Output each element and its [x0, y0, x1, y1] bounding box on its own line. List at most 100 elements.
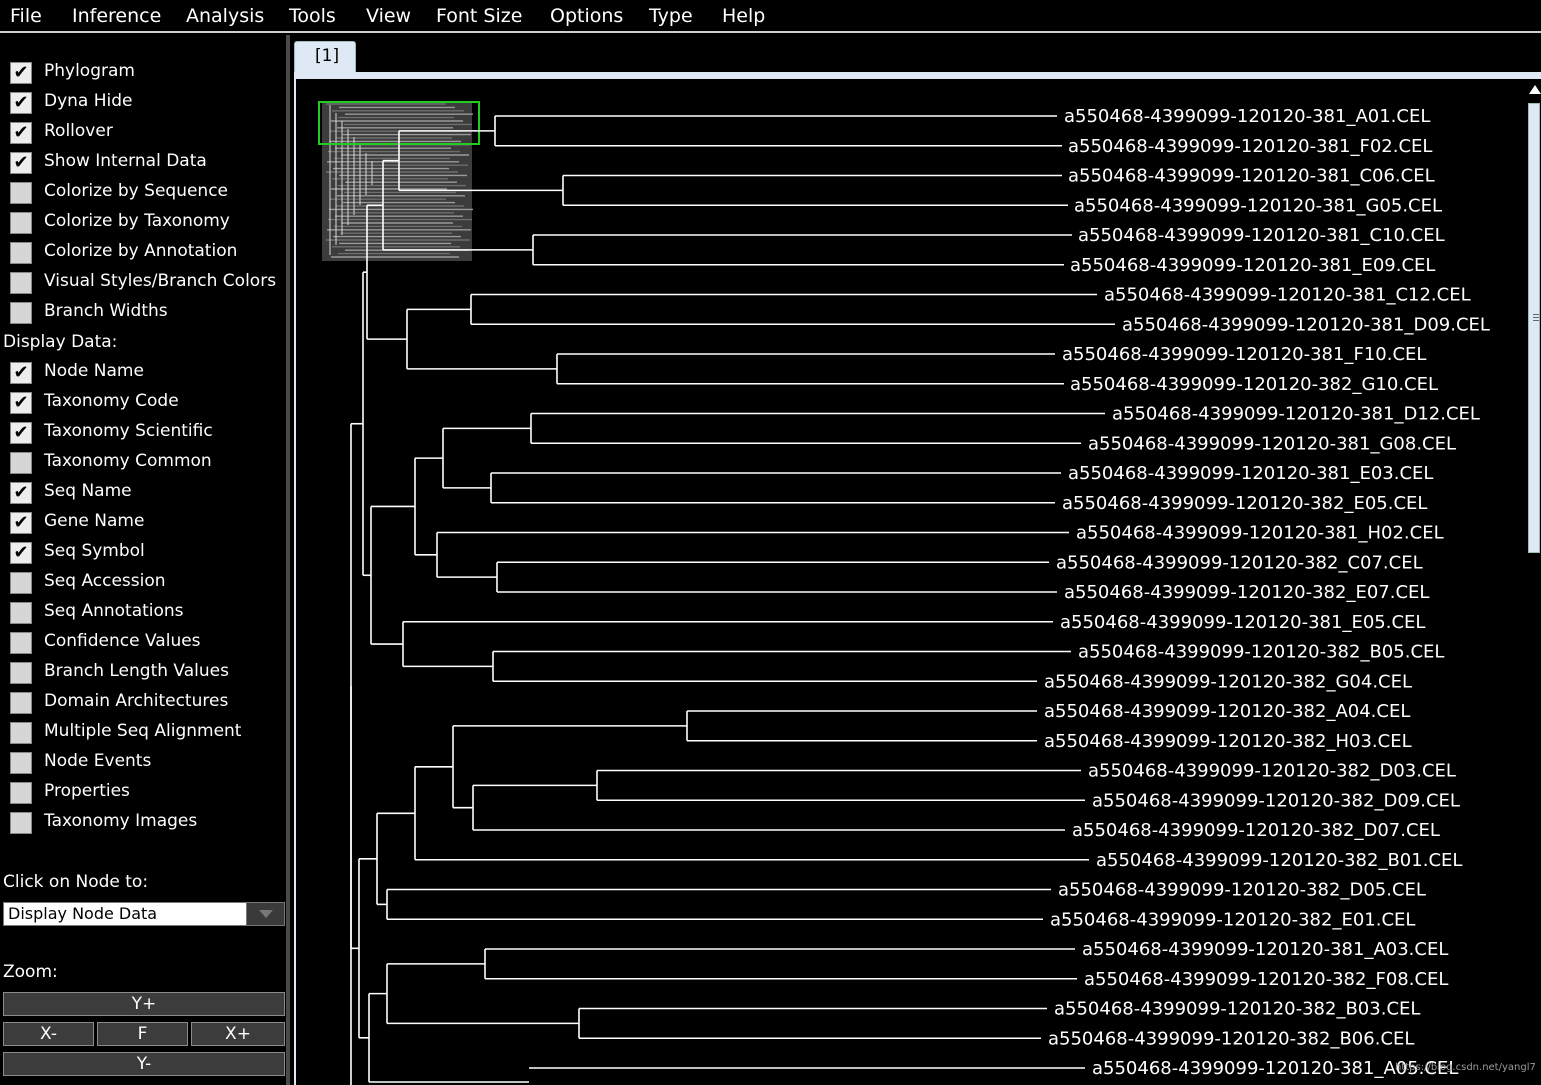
- chevron-down-icon[interactable]: [246, 903, 284, 925]
- checkbox-icon[interactable]: [10, 452, 32, 474]
- checkbox-icon[interactable]: [10, 812, 32, 834]
- leaf-label[interactable]: a550468-4399099-120120-381_C12.CEL: [1104, 285, 1471, 306]
- leaf-label[interactable]: a550468-4399099-120120-381_F02.CEL: [1068, 136, 1432, 157]
- scroll-thumb[interactable]: [1528, 103, 1540, 553]
- checkbox-checked-icon[interactable]: ✔: [10, 152, 32, 174]
- checkbox-icon[interactable]: [10, 272, 32, 294]
- display-data-label: Display Data:: [3, 332, 118, 352]
- leaf-label[interactable]: a550468-4399099-120120-382_G10.CEL: [1070, 374, 1438, 395]
- zoom-y-plus-button[interactable]: Y+: [3, 992, 285, 1016]
- leaf-label[interactable]: a550468-4399099-120120-382_F08.CEL: [1084, 969, 1448, 990]
- leaf-label[interactable]: a550468-4399099-120120-381_C10.CEL: [1078, 225, 1445, 246]
- leaf-label[interactable]: a550468-4399099-120120-381_D12.CEL: [1112, 404, 1480, 425]
- vertical-scrollbar[interactable]: [1527, 79, 1541, 1085]
- leaf-label[interactable]: a550468-4399099-120120-381_A01.CEL: [1064, 106, 1430, 127]
- checkbox-checked-icon[interactable]: ✔: [10, 422, 32, 444]
- leaf-labels: a550468-4399099-120120-381_A01.CEL a55046…: [1044, 106, 1490, 1079]
- checkbox-icon[interactable]: [10, 302, 32, 324]
- menu-type[interactable]: Type: [649, 5, 693, 27]
- option-label: Dyna Hide: [44, 91, 133, 111]
- leaf-label[interactable]: a550468-4399099-120120-382_H03.CEL: [1044, 731, 1412, 752]
- option-label: Colorize by Taxonomy: [44, 211, 230, 231]
- tab-tree-1[interactable]: [1]: [294, 41, 356, 75]
- watermark: https://blog.csdn.net/yangl7: [1395, 1062, 1536, 1073]
- option-label: Properties: [44, 781, 130, 801]
- menu-tools[interactable]: Tools: [289, 5, 336, 27]
- leaf-label[interactable]: a550468-4399099-120120-382_C07.CEL: [1056, 552, 1423, 573]
- menu-view[interactable]: View: [366, 5, 411, 27]
- leaf-label[interactable]: a550468-4399099-120120-382_D05.CEL: [1058, 880, 1426, 901]
- leaf-label[interactable]: a550468-4399099-120120-382_B01.CEL: [1096, 850, 1462, 871]
- leaf-label[interactable]: a550468-4399099-120120-381_F10.CEL: [1062, 344, 1426, 365]
- leaf-label[interactable]: a550468-4399099-120120-382_D03.CEL: [1088, 761, 1456, 782]
- option-label: Node Events: [44, 751, 152, 771]
- menu-analysis[interactable]: Analysis: [186, 5, 264, 27]
- menu-help[interactable]: Help: [722, 5, 765, 27]
- click-action-select[interactable]: Display Node Data: [3, 902, 285, 926]
- checkbox-icon[interactable]: [10, 632, 32, 654]
- leaf-label[interactable]: a550468-4399099-120120-382_B06.CEL: [1048, 1028, 1414, 1049]
- leaf-label[interactable]: a550468-4399099-120120-381_C06.CEL: [1068, 166, 1435, 187]
- leaf-label[interactable]: a550468-4399099-120120-381_E05.CEL: [1060, 612, 1425, 633]
- phylogenetic-tree[interactable]: a550468-4399099-120120-381_A01.CEL a55046…: [296, 79, 1527, 1085]
- checkbox-checked-icon[interactable]: ✔: [10, 542, 32, 564]
- checkbox-icon[interactable]: [10, 722, 32, 744]
- checkbox-checked-icon[interactable]: ✔: [10, 362, 32, 384]
- leaf-label[interactable]: a550468-4399099-120120-381_G05.CEL: [1074, 195, 1442, 216]
- option-label: Confidence Values: [44, 631, 201, 651]
- tab-label: [1]: [315, 46, 340, 66]
- menu-font-size[interactable]: Font Size: [436, 5, 522, 27]
- checkbox-icon[interactable]: [10, 782, 32, 804]
- option-label: Domain Architectures: [44, 691, 229, 711]
- checkbox-checked-icon[interactable]: ✔: [10, 62, 32, 84]
- checkbox-icon[interactable]: [10, 572, 32, 594]
- option-label: Seq Symbol: [44, 541, 145, 561]
- checkbox-checked-icon[interactable]: ✔: [10, 122, 32, 144]
- zoom-label: Zoom:: [3, 962, 58, 982]
- checkbox-icon[interactable]: [10, 182, 32, 204]
- checkbox-icon[interactable]: [10, 602, 32, 624]
- zoom-x-plus-button[interactable]: X+: [191, 1022, 285, 1046]
- leaf-label[interactable]: a550468-4399099-120120-382_E07.CEL: [1064, 582, 1429, 603]
- leaf-label[interactable]: a550468-4399099-120120-381_E03.CEL: [1068, 463, 1433, 484]
- checkbox-icon[interactable]: [10, 662, 32, 684]
- tree-view[interactable]: a550468-4399099-120120-381_A01.CEL a55046…: [294, 79, 1527, 1085]
- grip-icon: [1533, 314, 1539, 315]
- checkbox-checked-icon[interactable]: ✔: [10, 392, 32, 414]
- checkbox-checked-icon[interactable]: ✔: [10, 92, 32, 114]
- leaf-label[interactable]: a550468-4399099-120120-381_H02.CEL: [1076, 523, 1444, 544]
- leaf-label[interactable]: a550468-4399099-120120-382_B05.CEL: [1078, 642, 1444, 663]
- checkbox-checked-icon[interactable]: ✔: [10, 482, 32, 504]
- leaf-label[interactable]: a550468-4399099-120120-382_E05.CEL: [1062, 493, 1427, 514]
- option-label: Rollover: [44, 121, 113, 141]
- menu-options[interactable]: Options: [550, 5, 623, 27]
- leaf-label[interactable]: a550468-4399099-120120-382_D07.CEL: [1072, 820, 1440, 841]
- scroll-up-icon[interactable]: [1529, 85, 1541, 94]
- checkbox-checked-icon[interactable]: ✔: [10, 512, 32, 534]
- option-label: Colorize by Sequence: [44, 181, 229, 201]
- click-on-node-label: Click on Node to:: [3, 872, 149, 892]
- checkbox-icon[interactable]: [10, 752, 32, 774]
- zoom-y-minus-button[interactable]: Y-: [3, 1052, 285, 1076]
- option-label: Colorize by Annotation: [44, 241, 238, 261]
- zoom-fit-button[interactable]: F: [97, 1022, 188, 1046]
- leaf-label[interactable]: a550468-4399099-120120-382_E01.CEL: [1050, 909, 1415, 930]
- menu-file[interactable]: File: [10, 5, 42, 27]
- option-label: Taxonomy Scientific: [44, 421, 213, 441]
- tree-branches: [350, 115, 1115, 1085]
- menu-inference[interactable]: Inference: [72, 5, 161, 27]
- option-label: Taxonomy Images: [44, 811, 198, 831]
- leaf-label[interactable]: a550468-4399099-120120-382_D09.CEL: [1092, 790, 1460, 811]
- leaf-label[interactable]: a550468-4399099-120120-382_G04.CEL: [1044, 671, 1412, 692]
- leaf-label[interactable]: a550468-4399099-120120-381_E09.CEL: [1070, 255, 1435, 276]
- leaf-label[interactable]: a550468-4399099-120120-382_A04.CEL: [1044, 701, 1410, 722]
- leaf-label[interactable]: a550468-4399099-120120-381_G08.CEL: [1088, 433, 1456, 454]
- checkbox-icon[interactable]: [10, 212, 32, 234]
- leaf-label[interactable]: a550468-4399099-120120-381_A03.CEL: [1082, 939, 1448, 960]
- tab-underline: [294, 72, 1541, 79]
- leaf-label[interactable]: a550468-4399099-120120-382_B03.CEL: [1054, 999, 1420, 1020]
- zoom-x-minus-button[interactable]: X-: [3, 1022, 94, 1046]
- leaf-label[interactable]: a550468-4399099-120120-381_D09.CEL: [1122, 314, 1490, 335]
- checkbox-icon[interactable]: [10, 242, 32, 264]
- checkbox-icon[interactable]: [10, 692, 32, 714]
